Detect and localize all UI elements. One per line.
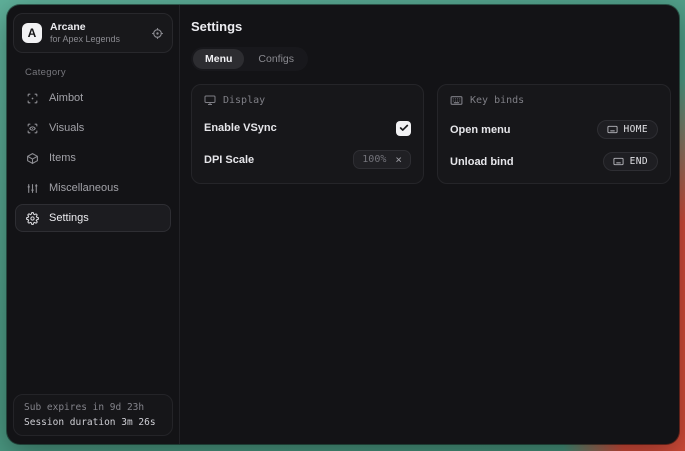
crosshair-icon: [26, 92, 39, 105]
monitor-icon: [204, 94, 216, 106]
keyboard-icon: [607, 124, 618, 135]
dpi-scale-row: DPI Scale 100% ×: [204, 150, 411, 169]
main-content: Settings Menu Configs Display Enable VSy…: [180, 5, 679, 444]
keybinds-card-title: Key binds: [470, 95, 524, 106]
sidebar-item-miscellaneous[interactable]: Miscellaneous: [15, 174, 171, 202]
sidebar: A Arcane for Apex Legends Category: [7, 5, 180, 444]
tab-bar: Menu Configs: [191, 47, 308, 71]
keyboard-icon: [613, 156, 624, 167]
sidebar-item-label: Settings: [49, 212, 89, 224]
sidebar-item-label: Items: [49, 152, 76, 164]
display-card-header: Display: [204, 94, 411, 106]
keybinds-card: Key binds Open menu HOME Unload bin: [437, 84, 671, 184]
dpi-scale-value[interactable]: 100%: [362, 154, 386, 165]
page-title: Settings: [191, 19, 667, 34]
app-subtitle: for Apex Legends: [50, 34, 143, 44]
unload-key: END: [630, 156, 648, 167]
open-menu-label: Open menu: [450, 124, 511, 136]
tab-configs[interactable]: Configs: [246, 49, 306, 69]
vsync-checkbox[interactable]: [396, 121, 411, 136]
app-name: Arcane: [50, 21, 143, 33]
sliders-icon: [26, 182, 39, 195]
dpi-scale-label: DPI Scale: [204, 154, 254, 166]
scan-eye-icon: [26, 122, 39, 135]
sidebar-item-label: Miscellaneous: [49, 182, 119, 194]
sub-expires-text: Sub expires in 9d 23h: [24, 402, 162, 413]
sidebar-nav: Aimbot Visuals Items: [7, 84, 179, 232]
sidebar-item-visuals[interactable]: Visuals: [15, 114, 171, 142]
subscription-info-card: Sub expires in 9d 23h Session duration 3…: [13, 394, 173, 436]
vsync-label: Enable VSync: [204, 122, 277, 134]
sidebar-item-label: Aimbot: [49, 92, 83, 104]
category-label: Category: [25, 67, 179, 78]
box-icon: [26, 152, 39, 165]
display-card-title: Display: [223, 95, 265, 106]
logo-card: A Arcane for Apex Legends: [13, 13, 173, 53]
display-card: Display Enable VSync DPI Scale 100% ×: [191, 84, 424, 184]
app-window: A Arcane for Apex Legends Category: [7, 5, 679, 444]
vsync-row: Enable VSync: [204, 119, 411, 137]
keyboard-icon: [450, 94, 463, 107]
gear-icon: [26, 212, 39, 225]
open-menu-key: HOME: [624, 124, 648, 135]
app-logo: A: [22, 23, 42, 43]
settings-cards: Display Enable VSync DPI Scale 100% ×: [191, 84, 667, 184]
keybinds-card-header: Key binds: [450, 94, 658, 107]
unload-bind-label: Unload bind: [450, 156, 514, 168]
sidebar-item-aimbot[interactable]: Aimbot: [15, 84, 171, 112]
sidebar-item-label: Visuals: [49, 122, 84, 134]
target-icon[interactable]: [151, 27, 164, 40]
app-title-block: Arcane for Apex Legends: [50, 21, 143, 44]
unload-bind-row: Unload bind END: [450, 152, 658, 171]
sidebar-spacer: [7, 232, 179, 394]
dpi-scale-input[interactable]: 100% ×: [353, 150, 411, 169]
unload-keybind-button[interactable]: END: [603, 152, 658, 171]
sidebar-item-settings[interactable]: Settings: [15, 204, 171, 232]
session-duration-text: Session duration 3m 26s: [24, 417, 162, 428]
open-menu-keybind-button[interactable]: HOME: [597, 120, 658, 139]
sidebar-item-items[interactable]: Items: [15, 144, 171, 172]
clear-icon[interactable]: ×: [395, 154, 402, 165]
tab-menu[interactable]: Menu: [193, 49, 244, 69]
open-menu-row: Open menu HOME: [450, 120, 658, 139]
